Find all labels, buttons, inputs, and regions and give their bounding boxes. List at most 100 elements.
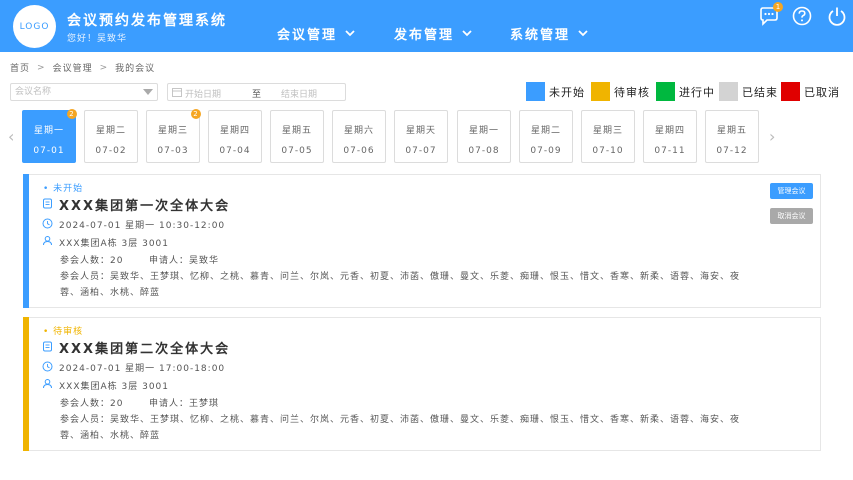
breadcrumb-home[interactable]: 首页 <box>10 61 30 74</box>
dropdown-arrow-icon <box>143 89 153 95</box>
meeting-datetime: 2024-07-01 星期一 10:30-12:00 <box>59 221 226 231</box>
range-separator: 至 <box>252 90 262 100</box>
document-icon <box>43 341 52 352</box>
legend-swatch <box>591 82 610 101</box>
attendee-count: 参会人数：20 <box>60 399 124 409</box>
day-tab-weekday: 星期一 <box>33 126 64 136</box>
app-title: 会议预约发布管理系统 <box>67 13 227 29</box>
legend-swatch <box>719 82 738 101</box>
day-tab-07-06[interactable]: 星期六 07-06 <box>332 110 386 163</box>
attendee-count: 参会人数：20 <box>60 256 124 266</box>
date-range-picker[interactable]: 开始日期 至 结束日期 <box>167 83 346 101</box>
chevron-down-icon <box>345 30 355 37</box>
attendee-list: 参会人员：吴致华、王梦琪、忆柳、之桃、慕青、问兰、尔岚、元香、初夏、沛菡、傲珊、… <box>60 415 741 441</box>
day-tab-date: 07-11 <box>654 146 686 156</box>
legend-in-progress: 进行中 <box>656 82 715 101</box>
help-icon[interactable] <box>791 5 813 27</box>
day-tab-date: 07-01 <box>33 146 65 156</box>
day-tab-07-07[interactable]: 星期天 07-07 <box>394 110 448 163</box>
top-header: LOGO 会议预约发布管理系统 您好！吴致华 会议管理 发布管理 系统管理 1 <box>0 0 853 52</box>
meeting-applicant: 申请人：王梦琪 <box>149 399 220 409</box>
meeting-card[interactable]: • 未开始 XXX集团第一次全体大会 2024-07-01 星期一 10:30-… <box>23 174 821 308</box>
day-tab-07-10[interactable]: 星期三 07-10 <box>581 110 635 163</box>
meeting-card[interactable]: • 待审核 XXX集团第二次全体大会 2024-07-01 星期一 17:00-… <box>23 317 821 451</box>
day-tab-weekday: 星期二 <box>95 126 126 136</box>
meeting-title: XXX集团第二次全体大会 <box>59 342 231 357</box>
day-tab-weekday: 星期二 <box>530 126 561 136</box>
manage-meeting-button[interactable]: 管理会议 <box>770 183 813 199</box>
breadcrumb-meeting-management[interactable]: 会议管理 <box>53 61 93 74</box>
status-color-bar <box>23 174 29 308</box>
meeting-status: • 未开始 <box>43 184 84 194</box>
day-tab-weekday: 星期五 <box>281 126 312 136</box>
location-person-icon <box>43 236 52 246</box>
start-date-field[interactable]: 开始日期 <box>185 87 221 100</box>
legend-swatch <box>526 82 545 101</box>
power-icon[interactable] <box>826 5 848 27</box>
legend-swatch <box>656 82 675 101</box>
document-icon <box>43 198 52 209</box>
nav-label: 发布管理 <box>394 27 455 43</box>
legend-label: 未开始 <box>549 85 585 99</box>
day-tab-weekday: 星期六 <box>343 126 374 136</box>
day-tab-07-11[interactable]: 星期四 07-11 <box>643 110 697 163</box>
nav-meeting-management[interactable]: 会议管理 <box>277 24 356 43</box>
legend-cancelled: 已取消 <box>781 82 840 101</box>
day-tab-07-09[interactable]: 星期二 07-09 <box>519 110 573 163</box>
meeting-datetime: 2024-07-01 星期一 17:00-18:00 <box>59 364 226 374</box>
day-tab-date: 07-09 <box>530 146 562 156</box>
meeting-status: • 待审核 <box>43 327 84 337</box>
chevron-down-icon <box>462 30 472 37</box>
logo: LOGO <box>13 5 56 48</box>
calendar-icon <box>172 88 182 97</box>
day-tab-weekday: 星期五 <box>716 126 747 136</box>
day-tab-weekday: 星期天 <box>405 126 436 136</box>
meeting-count-badge: 2 <box>191 109 201 119</box>
day-tab-07-01[interactable]: 星期一 07-01 2 <box>22 109 77 163</box>
legend-label: 待审核 <box>614 85 650 99</box>
day-tab-weekday: 星期三 <box>592 126 623 136</box>
nav-label: 系统管理 <box>510 27 571 43</box>
day-tab-date: 07-02 <box>95 146 127 156</box>
breadcrumb-separator-icon: > <box>37 62 46 73</box>
day-tab-date: 07-12 <box>716 146 748 156</box>
legend-not-started: 未开始 <box>526 82 585 101</box>
cancel-meeting-button[interactable]: 取消会议 <box>770 208 813 224</box>
day-tab-date: 07-10 <box>592 146 624 156</box>
status-color-bar <box>23 317 29 451</box>
meeting-name-placeholder: 会议名称 <box>15 87 52 97</box>
day-tab-weekday: 星期三 <box>157 126 188 136</box>
meeting-title: XXX集团第一次全体大会 <box>59 199 231 214</box>
prev-week-arrow-icon[interactable]: ‹ <box>8 127 14 146</box>
attendee-list: 参会人员：吴致华、王梦琪、忆柳、之桃、慕青、问兰、尔岚、元香、初夏、沛菡、傲珊、… <box>60 272 741 298</box>
meeting-location: XXX集团A栋 3层 3001 <box>59 239 170 249</box>
legend-ended: 已结束 <box>719 82 778 101</box>
day-tab-date: 07-05 <box>281 146 313 156</box>
user-greeting: 您好！吴致华 <box>67 34 128 44</box>
day-tab-weekday: 星期四 <box>219 126 250 136</box>
day-tab-07-04[interactable]: 星期四 07-04 <box>208 110 262 163</box>
day-tab-07-12[interactable]: 星期五 07-12 <box>705 110 759 163</box>
day-tab-07-05[interactable]: 星期五 07-05 <box>270 110 324 163</box>
meeting-location: XXX集团A栋 3层 3001 <box>59 382 170 392</box>
breadcrumb-separator-icon: > <box>99 62 109 73</box>
legend-label: 进行中 <box>679 85 715 99</box>
breadcrumb: 首页 > 会议管理 > 我的会议 <box>10 61 156 75</box>
day-tab-07-02[interactable]: 星期二 07-02 <box>84 110 138 163</box>
breadcrumb-my-meetings: 我的会议 <box>115 64 156 74</box>
day-tab-date: 07-07 <box>405 146 437 156</box>
day-tab-date: 07-03 <box>157 146 189 156</box>
end-date-field[interactable]: 结束日期 <box>281 87 317 100</box>
location-person-icon <box>43 379 52 389</box>
nav-system-management[interactable]: 系统管理 <box>510 24 589 43</box>
day-tab-07-03[interactable]: 星期三 07-03 2 <box>146 109 201 163</box>
nav-label: 会议管理 <box>277 27 338 43</box>
nav-publish-management[interactable]: 发布管理 <box>394 24 473 43</box>
meeting-name-select[interactable]: 会议名称 <box>10 83 158 101</box>
message-count-badge: 1 <box>773 2 783 12</box>
legend-swatch <box>781 82 800 101</box>
next-week-arrow-icon[interactable]: › <box>769 127 775 146</box>
day-tab-weekday: 星期一 <box>468 126 499 136</box>
legend-label: 已结束 <box>742 85 778 99</box>
day-tab-07-08[interactable]: 星期一 07-08 <box>457 110 511 163</box>
